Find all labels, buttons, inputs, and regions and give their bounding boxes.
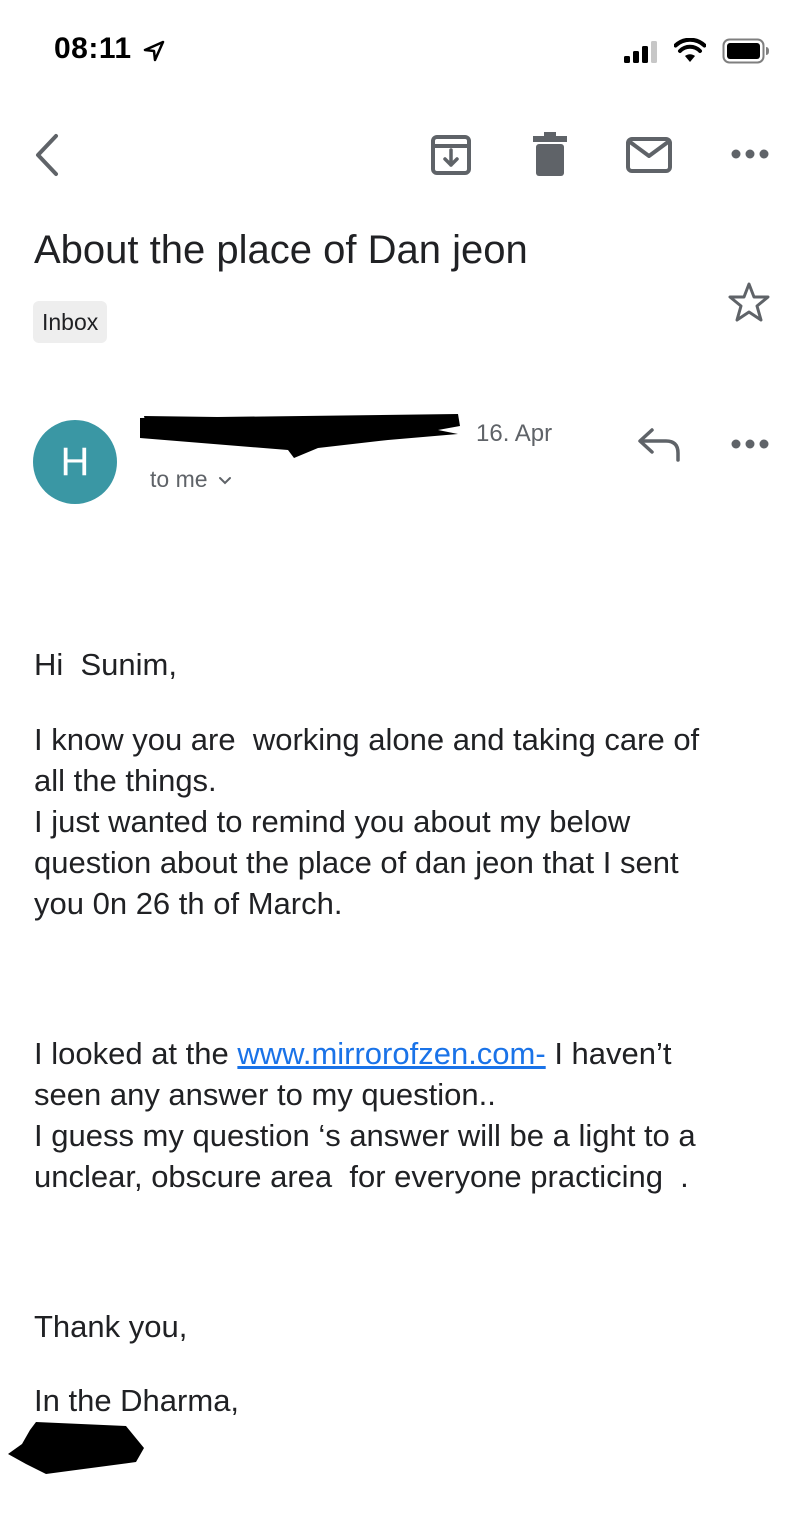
body-line: I looked at the www.mirrorofzen.com- I h… <box>34 1034 672 1074</box>
recipients-toggle[interactable]: to me <box>150 466 232 493</box>
body-line: all the things. <box>34 763 217 798</box>
back-button[interactable] <box>28 130 64 180</box>
star-button[interactable] <box>727 281 771 323</box>
body-line: seen any answer to my question.. <box>34 1077 496 1112</box>
status-time: 08:11 <box>54 32 132 65</box>
body-line: I know you are working alone and taking … <box>34 722 700 757</box>
cellular-signal-icon <box>624 41 657 63</box>
chevron-down-icon <box>218 476 231 485</box>
mark-unread-button[interactable] <box>625 136 673 174</box>
body-text: I looked at the <box>34 1036 238 1071</box>
recipients-label: to me <box>150 466 208 492</box>
body-line: I just wanted to remind you about my bel… <box>34 804 631 839</box>
body-line: I guess my question ‘s answer will be a … <box>34 1118 696 1153</box>
email-subject: About the place of Dan jeon <box>34 228 528 272</box>
website-link[interactable]: www.mirrorofzen.com- <box>237 1036 545 1071</box>
location-arrow-icon <box>143 40 165 62</box>
body-greeting: Hi Sunim, <box>34 647 177 682</box>
body-line: question about the place of dan jeon tha… <box>34 845 679 880</box>
message-date: 16. Apr <box>476 420 553 447</box>
archive-button[interactable] <box>430 134 472 176</box>
reply-button[interactable] <box>636 426 682 462</box>
body-text: I haven’t <box>545 1036 672 1071</box>
wifi-icon <box>674 38 706 62</box>
sender-name-redaction <box>140 414 460 458</box>
signature-redaction <box>8 1422 144 1474</box>
sender-avatar[interactable]: H <box>33 420 117 504</box>
body-closing: Thank you, <box>34 1309 188 1344</box>
battery-icon <box>722 38 769 64</box>
body-line: unclear, obscure area for everyone pract… <box>34 1159 689 1194</box>
inbox-label-chip[interactable]: Inbox <box>33 301 108 343</box>
delete-button[interactable] <box>532 132 568 176</box>
message-more-button[interactable] <box>728 434 772 454</box>
more-options-button[interactable] <box>728 144 772 164</box>
body-line: you 0n 26 th of March. <box>34 886 343 921</box>
body-signoff: In the Dharma, <box>34 1383 240 1418</box>
